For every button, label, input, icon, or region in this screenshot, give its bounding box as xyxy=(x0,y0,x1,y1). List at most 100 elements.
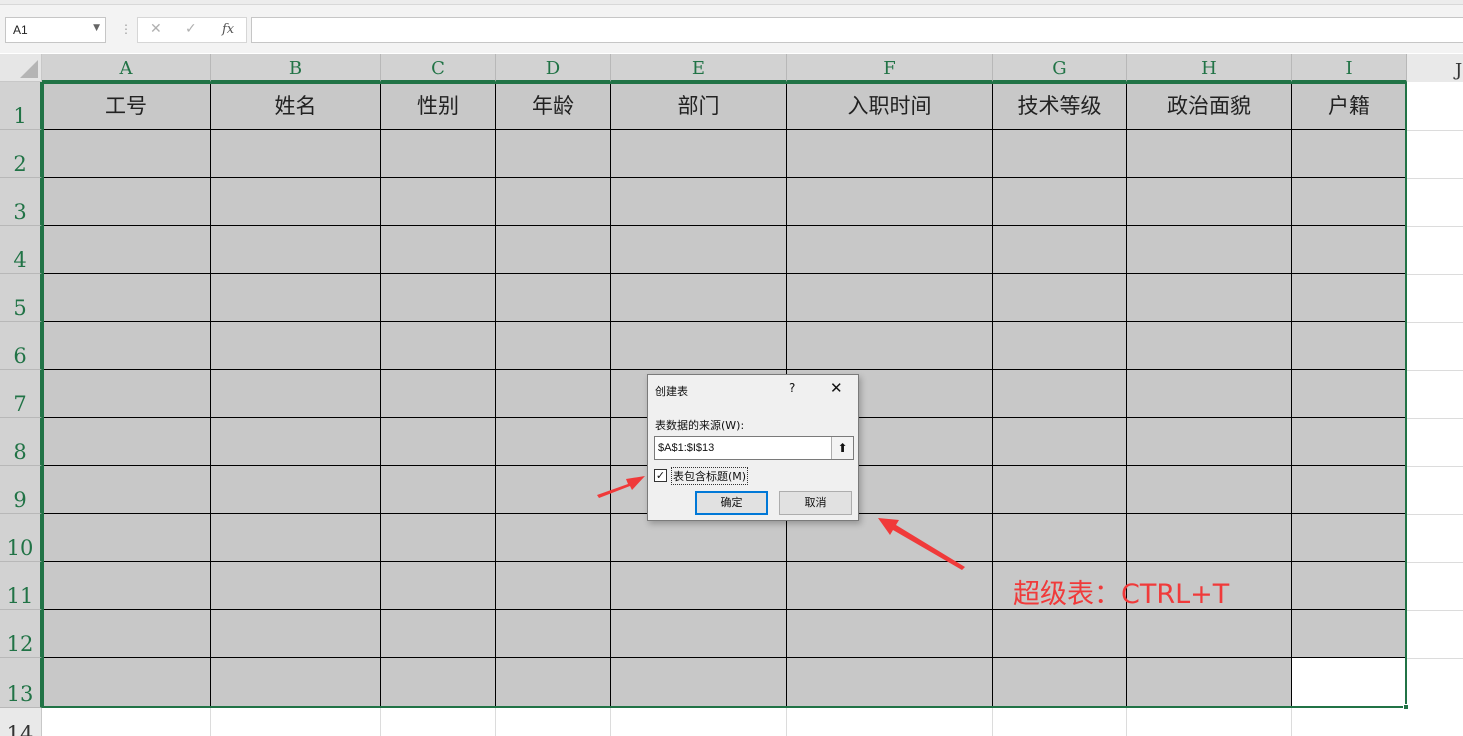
cell-d12[interactable] xyxy=(496,610,611,658)
cell-b6[interactable] xyxy=(211,322,381,370)
ok-button[interactable]: 确定 xyxy=(695,491,768,515)
cell-i8[interactable] xyxy=(1292,418,1407,466)
cell-b8[interactable] xyxy=(211,418,381,466)
cell-c13[interactable] xyxy=(381,658,496,708)
cell-b1[interactable]: 姓名 xyxy=(211,82,381,130)
row-header-8[interactable]: 8 xyxy=(0,418,42,466)
cell-i10[interactable] xyxy=(1292,514,1407,562)
column-header-d[interactable]: D xyxy=(496,54,611,82)
row-header-1[interactable]: 1 xyxy=(0,82,42,130)
cell-d8[interactable] xyxy=(496,418,611,466)
row-header-4[interactable]: 4 xyxy=(0,226,42,274)
row-header-6[interactable]: 6 xyxy=(0,322,42,370)
cell-b9[interactable] xyxy=(211,466,381,514)
drag-handle-icon[interactable]: ⋮ xyxy=(120,22,132,36)
row-header-9[interactable]: 9 xyxy=(0,466,42,514)
cell-h9[interactable] xyxy=(1127,466,1292,514)
cell-a3[interactable] xyxy=(42,178,211,226)
cell-d9[interactable] xyxy=(496,466,611,514)
cell-c5[interactable] xyxy=(381,274,496,322)
cell-a5[interactable] xyxy=(42,274,211,322)
cell-h6[interactable] xyxy=(1127,322,1292,370)
formula-input[interactable] xyxy=(251,17,1463,43)
cell-g3[interactable] xyxy=(993,178,1127,226)
cancel-icon[interactable]: ✕ xyxy=(150,21,162,37)
row-header-13[interactable]: 13 xyxy=(0,658,42,708)
close-icon[interactable]: ✕ xyxy=(830,379,843,397)
cell-i4[interactable] xyxy=(1292,226,1407,274)
collapse-dialog-icon[interactable]: ⬆ xyxy=(831,437,853,459)
column-header-f[interactable]: F xyxy=(787,54,993,82)
cell-a6[interactable] xyxy=(42,322,211,370)
cell-e5[interactable] xyxy=(611,274,787,322)
cell-g4[interactable] xyxy=(993,226,1127,274)
cell-i7[interactable] xyxy=(1292,370,1407,418)
cell-c4[interactable] xyxy=(381,226,496,274)
cell-h1[interactable]: 政治面貌 xyxy=(1127,82,1292,130)
cell-e1[interactable]: 部门 xyxy=(611,82,787,130)
column-header-i[interactable]: I xyxy=(1292,54,1407,82)
cell-i6[interactable] xyxy=(1292,322,1407,370)
cell-a9[interactable] xyxy=(42,466,211,514)
row-header-5[interactable]: 5 xyxy=(0,274,42,322)
cell-a7[interactable] xyxy=(42,370,211,418)
cell-i13[interactable] xyxy=(1292,658,1407,708)
cell-f12[interactable] xyxy=(787,610,993,658)
name-box[interactable]: A1 ▼ xyxy=(5,17,106,43)
insert-function-icon[interactable]: fx xyxy=(222,22,234,37)
cell-c12[interactable] xyxy=(381,610,496,658)
cell-g12[interactable] xyxy=(993,610,1127,658)
cell-b12[interactable] xyxy=(211,610,381,658)
cell-f2[interactable] xyxy=(787,130,993,178)
cell-h12[interactable] xyxy=(1127,610,1292,658)
cell-b7[interactable] xyxy=(211,370,381,418)
cell-c8[interactable] xyxy=(381,418,496,466)
cell-h10[interactable] xyxy=(1127,514,1292,562)
cell-c3[interactable] xyxy=(381,178,496,226)
row-header-12[interactable]: 12 xyxy=(0,610,42,658)
has-headers-checkbox[interactable]: ✓ xyxy=(654,469,667,482)
cell-a2[interactable] xyxy=(42,130,211,178)
cell-a10[interactable] xyxy=(42,514,211,562)
select-all-button[interactable] xyxy=(0,54,42,82)
cell-f11[interactable] xyxy=(787,562,993,610)
cell-f4[interactable] xyxy=(787,226,993,274)
row-header-3[interactable]: 3 xyxy=(0,178,42,226)
cell-f3[interactable] xyxy=(787,178,993,226)
cell-a8[interactable] xyxy=(42,418,211,466)
cell-b10[interactable] xyxy=(211,514,381,562)
cell-d7[interactable] xyxy=(496,370,611,418)
cell-i2[interactable] xyxy=(1292,130,1407,178)
cell-b11[interactable] xyxy=(211,562,381,610)
cell-h2[interactable] xyxy=(1127,130,1292,178)
fill-handle[interactable] xyxy=(1403,704,1409,710)
cell-h8[interactable] xyxy=(1127,418,1292,466)
cell-c9[interactable] xyxy=(381,466,496,514)
column-header-b[interactable]: B xyxy=(211,54,381,82)
cell-g8[interactable] xyxy=(993,418,1127,466)
column-header-h[interactable]: H xyxy=(1127,54,1292,82)
cell-f6[interactable] xyxy=(787,322,993,370)
cell-e2[interactable] xyxy=(611,130,787,178)
column-header-g[interactable]: G xyxy=(993,54,1127,82)
cell-i11[interactable] xyxy=(1292,562,1407,610)
cell-f1[interactable]: 入职时间 xyxy=(787,82,993,130)
cell-g1[interactable]: 技术等级 xyxy=(993,82,1127,130)
cell-h4[interactable] xyxy=(1127,226,1292,274)
cell-a13[interactable] xyxy=(42,658,211,708)
cell-h7[interactable] xyxy=(1127,370,1292,418)
cell-d4[interactable] xyxy=(496,226,611,274)
cell-b5[interactable] xyxy=(211,274,381,322)
cell-e3[interactable] xyxy=(611,178,787,226)
chevron-down-icon[interactable]: ▼ xyxy=(93,23,100,33)
cell-d10[interactable] xyxy=(496,514,611,562)
range-input[interactable]: $A$1:$I$13 ⬆ xyxy=(654,436,854,460)
cell-c7[interactable] xyxy=(381,370,496,418)
cell-c2[interactable] xyxy=(381,130,496,178)
cell-i1[interactable]: 户籍 xyxy=(1292,82,1407,130)
column-header-a[interactable]: A xyxy=(42,54,211,82)
cell-f10[interactable] xyxy=(787,514,993,562)
enter-icon[interactable]: ✓ xyxy=(185,21,197,37)
cell-b13[interactable] xyxy=(211,658,381,708)
has-headers-label[interactable]: 表包含标题(M) xyxy=(671,467,749,485)
